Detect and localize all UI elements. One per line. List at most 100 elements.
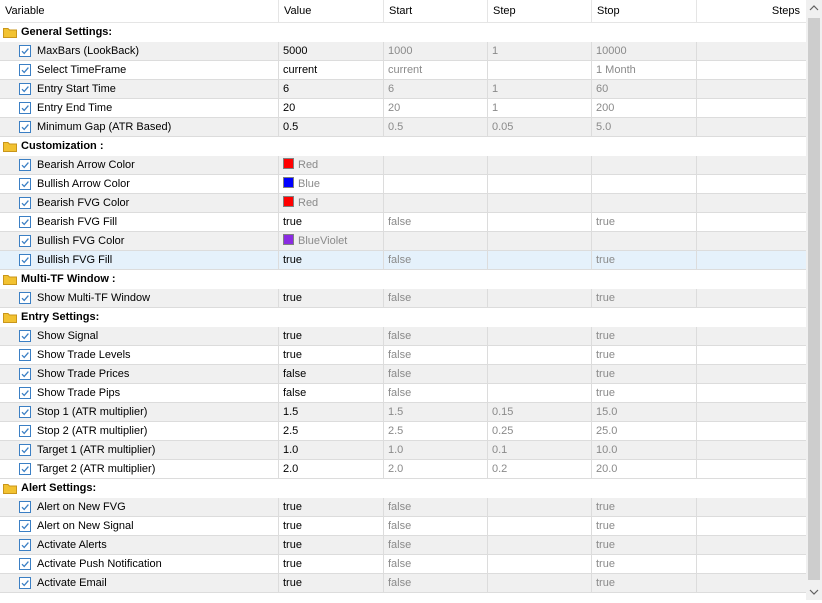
stop-cell[interactable]: 5.0 bbox=[592, 118, 697, 137]
parameter-row[interactable]: Stop 2 (ATR multiplier) 2.5 2.5 0.25 25.0 bbox=[0, 422, 806, 441]
checkbox-checked-icon[interactable] bbox=[19, 64, 31, 76]
parameter-row[interactable]: Bullish Arrow Color Blue bbox=[0, 175, 806, 194]
step-cell[interactable] bbox=[488, 213, 592, 232]
header-stop[interactable]: Stop bbox=[592, 0, 697, 22]
value-cell[interactable]: Blue bbox=[279, 175, 384, 194]
value-cell[interactable]: true bbox=[279, 346, 384, 365]
stop-cell[interactable]: 200 bbox=[592, 99, 697, 118]
checkbox-checked-icon[interactable] bbox=[19, 387, 31, 399]
header-step[interactable]: Step bbox=[488, 0, 592, 22]
stop-cell[interactable]: 1 Month bbox=[592, 61, 697, 80]
value-cell[interactable]: 2.0 bbox=[279, 460, 384, 479]
checkbox-checked-icon[interactable] bbox=[19, 349, 31, 361]
stop-cell[interactable] bbox=[592, 175, 697, 194]
header-steps[interactable]: Steps bbox=[697, 0, 806, 22]
stop-cell[interactable] bbox=[592, 232, 697, 251]
stop-cell[interactable]: true bbox=[592, 213, 697, 232]
steps-cell[interactable] bbox=[697, 61, 806, 80]
checkbox-checked-icon[interactable] bbox=[19, 292, 31, 304]
header-value[interactable]: Value bbox=[279, 0, 384, 22]
steps-cell[interactable] bbox=[697, 441, 806, 460]
value-cell[interactable]: true bbox=[279, 498, 384, 517]
step-cell[interactable]: 0.1 bbox=[488, 441, 592, 460]
steps-cell[interactable] bbox=[697, 156, 806, 175]
steps-cell[interactable] bbox=[697, 327, 806, 346]
parameter-row[interactable]: Bullish FVG Color BlueViolet bbox=[0, 232, 806, 251]
start-cell[interactable]: false bbox=[384, 365, 488, 384]
step-cell[interactable] bbox=[488, 251, 592, 270]
checkbox-checked-icon[interactable] bbox=[19, 520, 31, 532]
stop-cell[interactable]: true bbox=[592, 365, 697, 384]
start-cell[interactable]: 1.0 bbox=[384, 441, 488, 460]
start-cell[interactable]: 6 bbox=[384, 80, 488, 99]
start-cell[interactable]: false bbox=[384, 517, 488, 536]
parameter-row[interactable]: Target 1 (ATR multiplier) 1.0 1.0 0.1 10.0 bbox=[0, 441, 806, 460]
steps-cell[interactable] bbox=[697, 213, 806, 232]
step-cell[interactable] bbox=[488, 194, 592, 213]
start-cell[interactable]: 20 bbox=[384, 99, 488, 118]
checkbox-checked-icon[interactable] bbox=[19, 406, 31, 418]
steps-cell[interactable] bbox=[697, 517, 806, 536]
steps-cell[interactable] bbox=[697, 422, 806, 441]
parameter-row[interactable]: Alert on New Signal true false true bbox=[0, 517, 806, 536]
checkbox-checked-icon[interactable] bbox=[19, 444, 31, 456]
value-cell[interactable]: 20 bbox=[279, 99, 384, 118]
parameter-row[interactable]: Show Trade Levels true false true bbox=[0, 346, 806, 365]
parameter-row[interactable]: Select TimeFrame current current 1 Month bbox=[0, 61, 806, 80]
header-variable[interactable]: Variable bbox=[0, 0, 279, 22]
steps-cell[interactable] bbox=[697, 99, 806, 118]
start-cell[interactable] bbox=[384, 175, 488, 194]
checkbox-checked-icon[interactable] bbox=[19, 425, 31, 437]
group-row[interactable]: Entry Settings: bbox=[0, 308, 806, 327]
checkbox-checked-icon[interactable] bbox=[19, 463, 31, 475]
step-cell[interactable]: 1 bbox=[488, 42, 592, 61]
step-cell[interactable] bbox=[488, 61, 592, 80]
start-cell[interactable]: false bbox=[384, 384, 488, 403]
value-cell[interactable]: BlueViolet bbox=[279, 232, 384, 251]
start-cell[interactable]: false bbox=[384, 346, 488, 365]
step-cell[interactable]: 0.05 bbox=[488, 118, 592, 137]
group-row[interactable]: Customization : bbox=[0, 137, 806, 156]
parameter-row[interactable]: Minimum Gap (ATR Based) 0.5 0.5 0.05 5.0 bbox=[0, 118, 806, 137]
step-cell[interactable] bbox=[488, 365, 592, 384]
parameter-row[interactable]: Bearish Arrow Color Red bbox=[0, 156, 806, 175]
parameter-row[interactable]: Show Trade Pips false false true bbox=[0, 384, 806, 403]
value-cell[interactable]: true bbox=[279, 536, 384, 555]
parameter-row[interactable]: Target 2 (ATR multiplier) 2.0 2.0 0.2 20.0 bbox=[0, 460, 806, 479]
checkbox-checked-icon[interactable] bbox=[19, 254, 31, 266]
step-cell[interactable] bbox=[488, 555, 592, 574]
stop-cell[interactable]: 60 bbox=[592, 80, 697, 99]
parameter-row[interactable]: Show Trade Prices false false true bbox=[0, 365, 806, 384]
checkbox-checked-icon[interactable] bbox=[19, 178, 31, 190]
checkbox-checked-icon[interactable] bbox=[19, 121, 31, 133]
checkbox-checked-icon[interactable] bbox=[19, 83, 31, 95]
step-cell[interactable]: 0.2 bbox=[488, 460, 592, 479]
start-cell[interactable]: false bbox=[384, 536, 488, 555]
scroll-down-arrow-icon[interactable] bbox=[806, 584, 822, 600]
checkbox-checked-icon[interactable] bbox=[19, 330, 31, 342]
value-cell[interactable]: current bbox=[279, 61, 384, 80]
steps-cell[interactable] bbox=[697, 346, 806, 365]
parameter-row[interactable]: Stop 1 (ATR multiplier) 1.5 1.5 0.15 15.0 bbox=[0, 403, 806, 422]
checkbox-checked-icon[interactable] bbox=[19, 368, 31, 380]
group-row[interactable]: Alert Settings: bbox=[0, 479, 806, 498]
stop-cell[interactable]: true bbox=[592, 574, 697, 593]
steps-cell[interactable] bbox=[697, 42, 806, 61]
checkbox-checked-icon[interactable] bbox=[19, 539, 31, 551]
stop-cell[interactable]: 25.0 bbox=[592, 422, 697, 441]
value-cell[interactable]: 6 bbox=[279, 80, 384, 99]
step-cell[interactable] bbox=[488, 536, 592, 555]
value-cell[interactable]: true bbox=[279, 327, 384, 346]
stop-cell[interactable]: true bbox=[592, 384, 697, 403]
steps-cell[interactable] bbox=[697, 498, 806, 517]
checkbox-checked-icon[interactable] bbox=[19, 501, 31, 513]
steps-cell[interactable] bbox=[697, 194, 806, 213]
checkbox-checked-icon[interactable] bbox=[19, 216, 31, 228]
parameter-row[interactable]: Bearish FVG Color Red bbox=[0, 194, 806, 213]
stop-cell[interactable]: 10000 bbox=[592, 42, 697, 61]
value-cell[interactable]: 1.5 bbox=[279, 403, 384, 422]
parameter-row[interactable]: Entry Start Time 6 6 1 60 bbox=[0, 80, 806, 99]
stop-cell[interactable] bbox=[592, 156, 697, 175]
start-cell[interactable]: current bbox=[384, 61, 488, 80]
parameter-row[interactable]: Show Multi-TF Window true false true bbox=[0, 289, 806, 308]
